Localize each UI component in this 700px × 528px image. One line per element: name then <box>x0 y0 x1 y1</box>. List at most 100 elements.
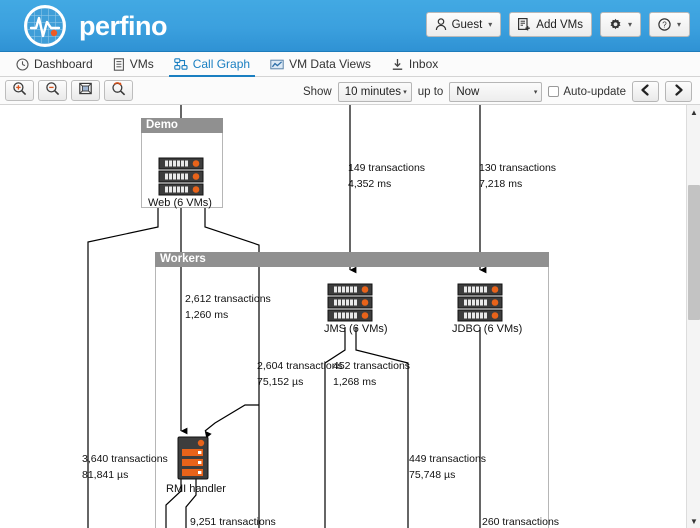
node-label-web: Web (6 VMs) <box>148 197 212 209</box>
group-header-workers <box>155 252 549 267</box>
guest-label: Guest <box>452 19 483 31</box>
edge-label-duration: 75,152 µs <box>257 374 343 390</box>
add-vm-icon <box>518 18 531 31</box>
auto-update-checkbox[interactable]: Auto-update <box>548 86 626 98</box>
node-label-jdbc: JDBC (6 VMs) <box>452 323 522 335</box>
prev-period-button[interactable] <box>632 81 659 102</box>
add-vms-button[interactable]: Add VMs <box>509 12 592 37</box>
tab-dashboard-label: Dashboard <box>34 57 93 71</box>
edge-label-transactions: 9,251 transactions <box>190 514 276 528</box>
edge-label-bottom-right: 260 transactions <box>482 514 559 528</box>
edge-label-transactions: 2,612 transactions <box>185 291 271 307</box>
header-buttons: Guest ▾ Add VMs <box>426 12 690 37</box>
chart-icon <box>270 58 284 71</box>
edge-label-transactions: 130 transactions <box>479 160 556 176</box>
edge-label-jdbc-in: 130 transactions 7,218 ms <box>479 160 556 192</box>
app-header: perfino Guest ▾ <box>0 0 700 52</box>
edge-label-duration: 75,748 µs <box>409 467 486 483</box>
tab-vms[interactable]: VMs <box>104 52 163 77</box>
tab-call-graph[interactable]: Call Graph <box>165 52 259 77</box>
edge-label-duration: 4,352 ms <box>348 176 425 192</box>
scroll-down-arrow-icon[interactable]: ▼ <box>687 514 700 528</box>
vertical-scrollbar[interactable]: ▲ ▼ <box>686 105 700 528</box>
edge-label-mid-b: 452 transactions 1,268 ms <box>333 358 410 390</box>
edge-label-duration: 7,218 ms <box>479 176 556 192</box>
edge-label-transactions: 452 transactions <box>333 358 410 374</box>
edge-label-duration: 81,841 µs <box>82 467 168 483</box>
user-icon <box>435 18 447 31</box>
group-title-workers: Workers <box>155 252 206 267</box>
chevron-right-icon <box>673 84 684 99</box>
inbox-download-icon <box>391 58 404 71</box>
edge-label-transactions: 2,604 transactions <box>257 358 343 374</box>
pulse-logo-icon <box>24 5 66 47</box>
brand-logo: perfino <box>24 5 167 47</box>
tab-dashboard[interactable]: Dashboard <box>7 52 102 77</box>
settings-button[interactable]: ▾ <box>600 12 641 37</box>
tab-vm-data-views[interactable]: VM Data Views <box>261 52 380 77</box>
dashboard-clock-icon <box>16 58 29 71</box>
edge-label-duration: 1,260 ms <box>185 307 271 323</box>
edge-label-rmi-in: 3,640 transactions 81,841 µs <box>82 451 168 483</box>
tab-call-graph-label: Call Graph <box>193 57 250 71</box>
edge-label-jdbc-out: 449 transactions 75,748 µs <box>409 451 486 483</box>
server-rack-icon <box>327 283 373 323</box>
show-label: Show <box>303 86 332 98</box>
edge-label-duration: 1,268 ms <box>333 374 410 390</box>
edge-label-web-left: 2,612 transactions 1,260 ms <box>185 291 271 323</box>
help-icon: ? <box>658 18 671 31</box>
server-rack-icon <box>457 283 503 323</box>
node-label-rmi-handler: RMI handler <box>166 483 226 495</box>
scroll-up-arrow-icon[interactable]: ▲ <box>687 105 700 119</box>
call-graph-icon <box>174 58 188 71</box>
time-range-select[interactable]: 10 minutes ▾ <box>338 82 412 102</box>
zoom-fit-icon <box>78 81 93 101</box>
help-button[interactable]: ? ▾ <box>649 12 690 37</box>
server-tower-icon <box>177 436 209 480</box>
upto-select[interactable]: Now ▾ <box>449 82 542 102</box>
brand-name: perfino <box>79 11 167 42</box>
zoom-out-icon <box>45 81 60 101</box>
tab-vms-label: VMs <box>130 57 154 71</box>
zoom-reset-button[interactable] <box>104 80 133 101</box>
chevron-down-icon: ▾ <box>677 20 681 29</box>
upto-label: up to <box>418 86 444 98</box>
node-label-jms: JMS (6 VMs) <box>324 323 388 335</box>
server-rack-icon <box>158 157 204 197</box>
tab-inbox-label: Inbox <box>409 57 438 71</box>
zoom-in-icon <box>12 81 27 101</box>
chevron-down-icon: ▾ <box>403 88 407 96</box>
chevron-down-icon: ▾ <box>628 20 632 29</box>
edge-label-transactions: 3,640 transactions <box>82 451 168 467</box>
time-range-controls: Show 10 minutes ▾ up to Now ▾ Auto-updat… <box>303 81 692 102</box>
edge-label-rmi-out: 9,251 transactions <box>190 514 276 528</box>
auto-update-label: Auto-update <box>563 86 626 98</box>
upto-value: Now <box>456 86 479 98</box>
vms-list-icon <box>113 58 125 71</box>
zoom-fit-button[interactable] <box>71 80 100 101</box>
time-range-value: 10 minutes <box>345 86 401 98</box>
edge-label-transactions: 449 transactions <box>409 451 486 467</box>
next-period-button[interactable] <box>665 81 692 102</box>
edge-label-mid-a: 2,604 transactions 75,152 µs <box>257 358 343 390</box>
zoom-in-button[interactable] <box>5 80 34 101</box>
gear-icon <box>609 18 622 31</box>
graph-toolbar: Show 10 minutes ▾ up to Now ▾ Auto-updat… <box>0 77 700 105</box>
call-graph-canvas[interactable]: Demo Workers <box>0 105 686 528</box>
guest-menu-button[interactable]: Guest ▾ <box>426 12 502 37</box>
edge-label-jms-in: 149 transactions 4,352 ms <box>348 160 425 192</box>
svg-text:?: ? <box>662 21 667 30</box>
zoom-button-group <box>5 80 133 101</box>
edge-label-transactions: 260 transactions <box>482 514 559 528</box>
group-title-demo: Demo <box>141 118 178 133</box>
tab-vm-data-views-label: VM Data Views <box>289 57 371 71</box>
main-tab-bar: Dashboard VMs <box>0 52 700 77</box>
chevron-down-icon: ▾ <box>534 88 538 96</box>
tab-inbox[interactable]: Inbox <box>382 52 447 77</box>
chevron-left-icon <box>640 84 651 99</box>
scrollbar-thumb[interactable] <box>688 185 700 320</box>
edge-label-transactions: 149 transactions <box>348 160 425 176</box>
chevron-down-icon: ▾ <box>488 20 492 29</box>
zoom-reset-icon <box>111 81 126 101</box>
zoom-out-button[interactable] <box>38 80 67 101</box>
